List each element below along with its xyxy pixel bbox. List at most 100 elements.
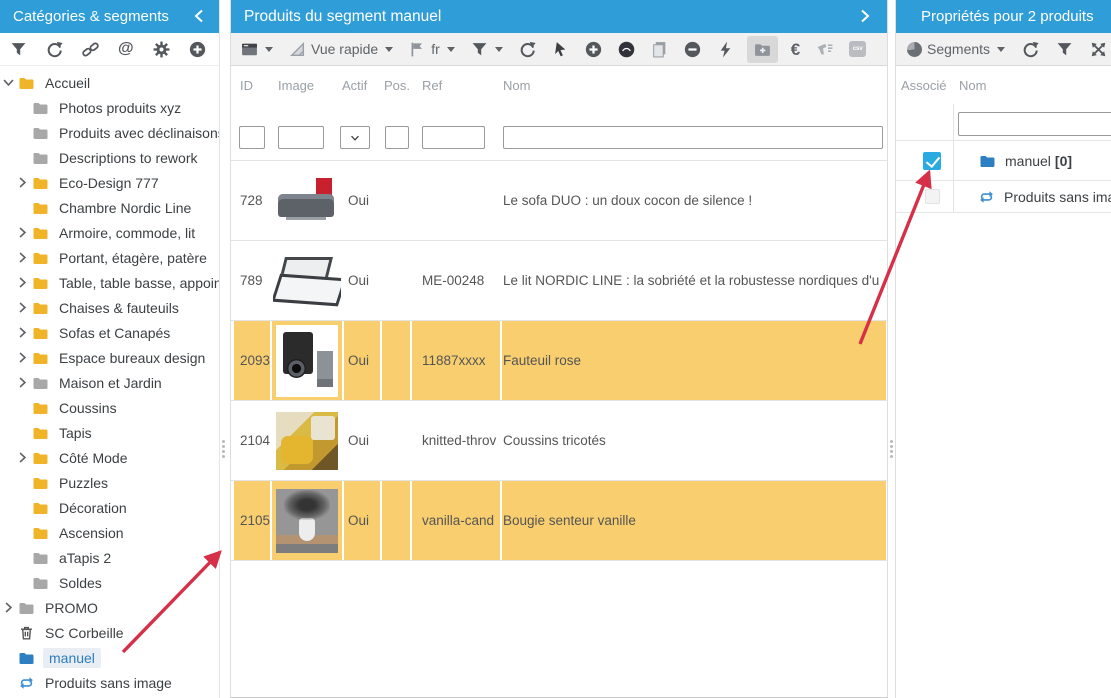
- tree-item[interactable]: PROMO: [0, 595, 219, 620]
- tree-item[interactable]: Maison et Jardin: [0, 370, 219, 395]
- collapse-panel-icon[interactable]: [191, 8, 207, 24]
- tree-item[interactable]: Ascension: [0, 520, 219, 545]
- actif-filter-select[interactable]: [340, 126, 370, 149]
- expand-panel-icon[interactable]: [857, 8, 873, 24]
- remove-product-button[interactable]: [681, 38, 704, 61]
- tree-item[interactable]: Soldes: [0, 570, 219, 595]
- tree-expand-chevron[interactable]: [2, 651, 17, 665]
- tree-item[interactable]: Décoration: [0, 495, 219, 520]
- tree-item[interactable]: Espace bureaux design: [0, 345, 219, 370]
- tree-expand-chevron[interactable]: [2, 76, 17, 90]
- segment-row[interactable]: Produits sans image: [896, 181, 1111, 213]
- column-header-ref[interactable]: Ref: [422, 78, 442, 93]
- mid-panel-resize-grip[interactable]: [890, 440, 893, 443]
- product-row[interactable]: 2093 Oui 11887xxxx Fauteuil rose: [231, 321, 887, 401]
- settings-button[interactable]: [151, 39, 172, 60]
- tree-expand-chevron[interactable]: [16, 326, 31, 340]
- tree-expand-chevron[interactable]: [16, 151, 31, 165]
- filter-categories-button[interactable]: [8, 39, 29, 60]
- column-header-id[interactable]: ID: [240, 78, 253, 93]
- tree-item[interactable]: Armoire, commode, lit: [0, 220, 219, 245]
- prices-button[interactable]: €: [788, 38, 803, 61]
- add-category-button[interactable]: [187, 39, 208, 60]
- filter-products-button[interactable]: [468, 38, 506, 61]
- tree-expand-chevron[interactable]: [16, 351, 31, 365]
- id-filter-input[interactable]: [239, 126, 265, 149]
- product-row[interactable]: 2105 Oui vanilla-cand Bougie senteur van…: [231, 481, 887, 561]
- tree-item[interactable]: manuel: [0, 645, 219, 670]
- segment-row[interactable]: manuel [0]: [896, 141, 1111, 181]
- link-button[interactable]: [80, 39, 101, 60]
- refresh-products-button[interactable]: [516, 38, 539, 61]
- tree-item[interactable]: Table, table basse, appoint: [0, 270, 219, 295]
- tree-item[interactable]: Coussins: [0, 395, 219, 420]
- add-product-button[interactable]: [582, 38, 605, 61]
- tree-expand-chevron[interactable]: [16, 576, 31, 590]
- nom-filter-input[interactable]: [503, 126, 883, 149]
- filter-properties-button[interactable]: [1053, 38, 1076, 61]
- tree-item[interactable]: Portant, étagère, patère: [0, 245, 219, 270]
- left-panel-resize-grip[interactable]: [222, 440, 225, 443]
- column-header-nom[interactable]: Nom: [503, 78, 530, 93]
- tree-item[interactable]: Descriptions to rework: [0, 145, 219, 170]
- tree-expand-chevron[interactable]: [16, 526, 31, 540]
- tree-item[interactable]: Chambre Nordic Line: [0, 195, 219, 220]
- image-filter-input[interactable]: [278, 126, 324, 149]
- add-to-segment-button[interactable]: [747, 36, 778, 63]
- refresh-categories-button[interactable]: [44, 39, 65, 60]
- tree-item[interactable]: Tapis: [0, 420, 219, 445]
- tree-expand-chevron[interactable]: [16, 126, 31, 140]
- segments-selector-button[interactable]: Segments: [904, 38, 1008, 60]
- barcode-scanner-button[interactable]: [813, 38, 836, 61]
- tree-item[interactable]: Eco-Design 777: [0, 170, 219, 195]
- tree-item[interactable]: Produits avec déclinaisons: [0, 120, 219, 145]
- column-header-nom[interactable]: Nom: [959, 78, 986, 93]
- tree-expand-chevron[interactable]: [16, 426, 31, 440]
- tree-item[interactable]: aTapis 2: [0, 545, 219, 570]
- tree-expand-chevron[interactable]: [16, 551, 31, 565]
- tree-expand-chevron[interactable]: [16, 301, 31, 315]
- quick-view-button[interactable]: Vue rapide: [286, 38, 396, 61]
- duplicate-product-button[interactable]: [648, 38, 671, 61]
- column-header-image[interactable]: Image: [278, 78, 314, 93]
- segment-name-filter-input[interactable]: [958, 112, 1111, 136]
- tree-expand-chevron[interactable]: [16, 101, 31, 115]
- bulk-actions-button[interactable]: [714, 38, 737, 61]
- segment-checkbox[interactable]: [925, 189, 940, 204]
- language-selector-button[interactable]: fr: [406, 38, 458, 61]
- tree-expand-chevron[interactable]: [16, 501, 31, 515]
- select-mode-button[interactable]: [549, 38, 572, 61]
- mention-button[interactable]: @: [116, 38, 136, 60]
- layout-view-button[interactable]: [238, 38, 276, 61]
- tree-item[interactable]: Produits sans image: [0, 670, 219, 695]
- tree-expand-chevron[interactable]: [16, 201, 31, 215]
- expand-all-button[interactable]: [1087, 38, 1110, 61]
- refresh-properties-button[interactable]: [1019, 38, 1042, 61]
- tree-expand-chevron[interactable]: [16, 376, 31, 390]
- product-row[interactable]: 789 Oui ME-00248 Le lit NORDIC LINE : la…: [231, 241, 887, 321]
- tree-item[interactable]: Chaises & fauteuils: [0, 295, 219, 320]
- product-row[interactable]: 2104 Oui knitted-throv Coussins tricotés: [231, 401, 887, 481]
- segment-checkbox[interactable]: [923, 152, 941, 170]
- column-header-associe[interactable]: Associé: [901, 78, 947, 93]
- tree-expand-chevron[interactable]: [16, 476, 31, 490]
- ref-filter-input[interactable]: [422, 126, 485, 149]
- tree-expand-chevron[interactable]: [16, 176, 31, 190]
- tree-item[interactable]: Accueil: [0, 70, 219, 95]
- tree-expand-chevron[interactable]: [16, 276, 31, 290]
- pos-filter-input[interactable]: [385, 126, 409, 149]
- column-header-actif[interactable]: Actif: [342, 78, 367, 93]
- tree-item[interactable]: Côté Mode: [0, 445, 219, 470]
- tree-expand-chevron[interactable]: [16, 451, 31, 465]
- tree-expand-chevron[interactable]: [2, 626, 17, 640]
- tree-item[interactable]: Photos produits xyz: [0, 95, 219, 120]
- tree-item[interactable]: Puzzles: [0, 470, 219, 495]
- product-row[interactable]: 728 Oui Le sofa DUO : un doux cocon de s…: [231, 161, 887, 241]
- tree-expand-chevron[interactable]: [16, 226, 31, 240]
- tree-item[interactable]: Sofas et Canapés: [0, 320, 219, 345]
- tree-expand-chevron[interactable]: [2, 601, 17, 615]
- prestashop-button[interactable]: [615, 38, 638, 61]
- export-csv-button[interactable]: csv: [846, 38, 869, 60]
- tree-expand-chevron[interactable]: [16, 401, 31, 415]
- tree-expand-chevron[interactable]: [16, 251, 31, 265]
